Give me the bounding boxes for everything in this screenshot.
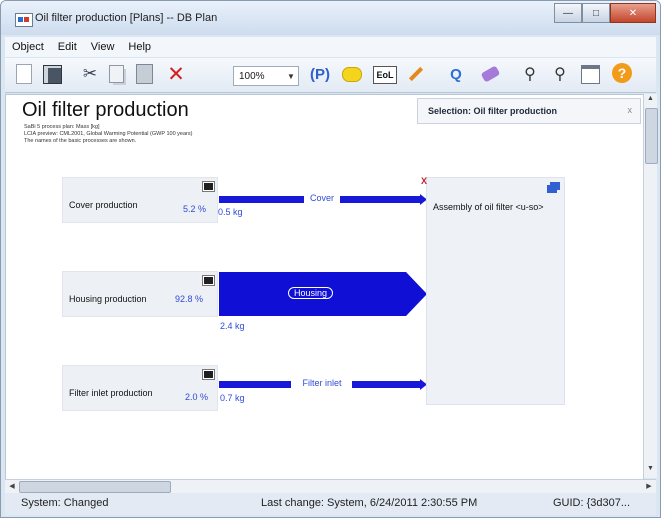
menu-help[interactable]: Help [121, 41, 158, 53]
copy-icon[interactable] [105, 63, 127, 85]
window-icon[interactable] [579, 63, 601, 85]
assembly-name-text: Assembly of oil filter [433, 202, 514, 212]
window-controls: — □ ✕ [554, 3, 656, 23]
pencil-icon[interactable] [405, 63, 427, 85]
vertical-scrollbar[interactable]: ▲ ▼ [643, 94, 658, 478]
process-box-housing[interactable]: Housing production 92.8 % [62, 271, 218, 317]
flow-arrow-cover[interactable] [219, 196, 304, 203]
title-bar[interactable]: Oil filter production [Plans] -- DB Plan… [1, 1, 660, 35]
plan-canvas[interactable]: Oil filter production SaBi 5 process pla… [5, 94, 644, 480]
status-system: System: Changed [21, 497, 109, 509]
horizontal-scrollbar[interactable]: ◀ ▶ [5, 479, 656, 493]
process-tag-icon [202, 181, 215, 192]
flow-arrow-filter-inlet[interactable] [219, 381, 291, 388]
menu-edit[interactable]: Edit [51, 41, 84, 53]
scroll-right-icon[interactable]: ▶ [643, 480, 655, 493]
process-box-cover[interactable]: Cover production 5.2 % [62, 177, 218, 223]
minimize-button[interactable]: — [554, 3, 582, 23]
close-icon: ✕ [628, 7, 638, 19]
quantity-icon[interactable]: Q [445, 63, 467, 85]
flow-arrow-cover[interactable] [340, 196, 420, 203]
assembly-suffix: <u-so> [515, 202, 544, 212]
minimize-icon: — [563, 7, 573, 19]
app-icon [15, 13, 33, 27]
process-name: Housing production [69, 294, 147, 304]
assembly-corner-icon [550, 182, 560, 190]
status-last-change: Last change: System, 6/24/2011 2:30:55 P… [261, 497, 478, 509]
scroll-thumb[interactable] [645, 108, 658, 164]
flow-arrow-filter-inlet[interactable] [352, 381, 420, 388]
assembly-name: Assembly of oil filter <u-so> [433, 202, 544, 212]
maximize-icon: □ [592, 7, 600, 19]
scroll-left-icon[interactable]: ◀ [6, 480, 18, 493]
zoom-value: 100% [239, 70, 265, 82]
flow-label-housing: Housing [288, 287, 334, 299]
cut-icon[interactable]: ✂ [79, 63, 101, 85]
process-name: Cover production [69, 200, 138, 210]
assembly-marker: X [421, 176, 428, 186]
app-window: Oil filter production [Plans] -- DB Plan… [0, 0, 661, 518]
toolbar: ✂ ✕ 100% ▼ (P) EoL Q ⚲ ⚲ ? [5, 58, 656, 93]
zoom-select[interactable]: 100% ▼ [233, 66, 299, 86]
menu-view[interactable]: View [84, 41, 122, 53]
scroll-down-icon[interactable]: ▼ [644, 465, 657, 477]
flow-amount: 2.4 kg [220, 321, 245, 331]
flow-amount: 0.5 kg [218, 207, 243, 217]
zoom-out-icon[interactable]: ⚲ [519, 63, 541, 85]
process-percent: 5.2 % [183, 204, 207, 214]
close-button[interactable]: ✕ [610, 3, 656, 23]
process-tag-icon [202, 369, 215, 380]
status-guid: GUID: {3d307... [553, 497, 631, 509]
process-tag-icon [202, 275, 215, 286]
window-title: Oil filter production [Plans] -- DB Plan [35, 12, 218, 24]
flow-label-filter-inlet: Filter inlet [302, 378, 342, 388]
process-box-assembly[interactable]: X Assembly of oil filter <u-so> [421, 176, 565, 405]
menu-object[interactable]: Object [5, 41, 51, 53]
flow-amount: 0.7 kg [220, 393, 245, 403]
parameter-icon[interactable]: (P) [309, 63, 331, 85]
maximize-button[interactable]: □ [582, 3, 610, 23]
paste-icon[interactable] [133, 63, 155, 85]
menu-bar: Object Edit View Help [5, 37, 656, 57]
flow-label-cover: Cover [309, 193, 334, 203]
scroll-thumb[interactable] [19, 481, 171, 493]
process-box-filter-inlet[interactable]: Filter inlet production 2.0 % [62, 365, 218, 411]
comment-icon[interactable] [341, 63, 363, 85]
chevron-down-icon: ▼ [287, 71, 295, 81]
status-bar: System: Changed Last change: System, 6/2… [5, 493, 656, 515]
eol-icon[interactable]: EoL [373, 66, 397, 84]
help-icon[interactable]: ? [612, 63, 632, 83]
process-name: Filter inlet production [69, 388, 153, 398]
new-icon[interactable] [13, 63, 35, 85]
process-percent: 92.8 % [175, 294, 204, 304]
save-icon[interactable] [41, 63, 63, 85]
zoom-in-icon[interactable]: ⚲ [549, 63, 571, 85]
process-percent: 2.0 % [185, 392, 209, 402]
eraser-icon[interactable] [479, 63, 501, 85]
delete-icon[interactable]: ✕ [165, 63, 187, 86]
scroll-up-icon[interactable]: ▲ [644, 95, 657, 107]
